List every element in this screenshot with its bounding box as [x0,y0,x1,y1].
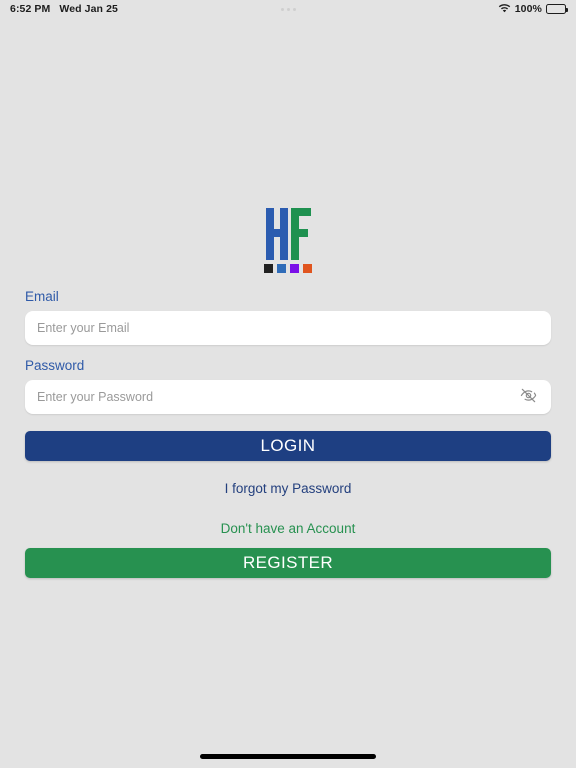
logo-square-black [264,264,273,273]
app-logo [0,208,576,273]
logo-color-squares [264,264,312,273]
email-input[interactable] [37,311,539,345]
logo-f-middle-bar [290,229,308,237]
logo-letter-h [265,208,288,260]
status-bar-left: 6:52 PM Wed Jan 25 [10,3,118,15]
home-indicator[interactable] [200,754,376,759]
status-bar-right: 100% [498,3,568,16]
password-field[interactable] [25,380,551,414]
logo-f-top-bar [290,208,311,216]
dot-2 [286,7,290,11]
logo-h-right-bar [279,208,288,260]
wifi-icon [498,3,511,16]
login-form: Email Password [25,289,551,414]
forgot-password-link[interactable]: I forgot my Password [0,481,576,496]
toggle-password-visibility-button[interactable] [517,386,539,408]
field-spacer [25,345,551,358]
logo-square-purple [290,264,299,273]
email-label: Email [25,289,59,304]
login-button[interactable]: LOGIN [25,431,551,461]
status-time: 6:52 PM [10,3,51,15]
dot-3 [292,7,296,11]
dot-1 [280,7,284,11]
logo-square-orange [303,264,312,273]
logo-letter-f [290,208,311,260]
status-date: Wed Jan 25 [59,3,118,15]
logo-letters [265,208,311,260]
register-button[interactable]: REGISTER [25,548,551,578]
status-bar: 6:52 PM Wed Jan 25 100% [0,0,576,18]
password-input[interactable] [37,380,517,414]
password-label: Password [25,358,85,373]
battery-percent-label: 100% [514,3,542,15]
battery-icon [546,4,568,14]
logo-square-blue [277,264,286,273]
eye-off-icon [520,387,537,407]
email-field[interactable] [25,311,551,345]
no-account-label[interactable]: Don't have an Account [0,521,576,536]
